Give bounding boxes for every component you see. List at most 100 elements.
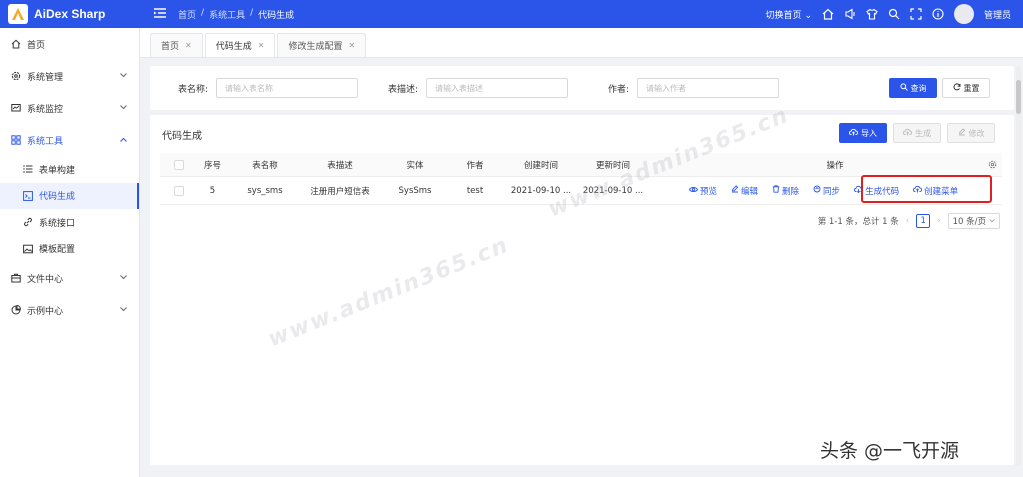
tab-edit-gen-config[interactable]: 修改生成配置 ✕ xyxy=(277,33,367,57)
tab-label: 修改生成配置 xyxy=(288,42,343,52)
sidebar-item-label: 首页 xyxy=(27,40,46,51)
select-all-checkbox[interactable] xyxy=(174,159,184,170)
grid-icon xyxy=(10,135,21,146)
pie-icon xyxy=(10,305,21,316)
sidebar-item-system-tools[interactable]: 系统工具 xyxy=(0,124,139,156)
search-icon[interactable] xyxy=(888,8,900,20)
list-icon xyxy=(22,164,33,175)
edit-button-label: 修改 xyxy=(968,128,985,138)
table-desc-input[interactable]: 请输入表描述 xyxy=(426,78,569,98)
sidebar-item-label: 文件中心 xyxy=(27,274,64,285)
tabs-bar: 首页 ✕ 代码生成 ✕ 修改生成配置 ✕ xyxy=(140,28,1023,58)
highlight-box xyxy=(861,175,992,203)
sidebar-item-label: 系统工具 xyxy=(27,136,64,147)
breadcrumb-separator: / xyxy=(250,7,254,18)
chevron-down-icon xyxy=(120,71,127,81)
import-button[interactable]: 导入 xyxy=(839,123,887,143)
chevron-down-icon xyxy=(989,216,995,226)
breadcrumb-system-tools[interactable]: 系统工具 xyxy=(209,8,245,21)
table-header: 序号 表名称 表描述 实体 作者 创建时间 更新时间 操作 xyxy=(160,153,1002,177)
query-button[interactable]: 查询 xyxy=(889,78,937,98)
app-title: AiDex Sharp xyxy=(34,7,106,21)
code-gen-panel: 代码生成 导入 生成 修改 序号 表名称 表描述 实体 作者 创建时间 更新时间… xyxy=(150,115,1014,465)
sidebar-item-home[interactable]: 首页 xyxy=(0,28,139,60)
sidebar-item-label: 代码生成 xyxy=(39,192,76,203)
sidebar-item-form-builder[interactable]: 表单构建 xyxy=(0,156,139,183)
search-icon xyxy=(899,83,908,93)
chevron-down-icon xyxy=(120,273,127,283)
page-size-value: 10 条/页 xyxy=(952,217,986,227)
prev-page-icon[interactable]: ‹ xyxy=(906,216,909,226)
page-scrollbar[interactable] xyxy=(1016,66,1021,466)
sync-action[interactable]: 同步 xyxy=(813,185,840,197)
folder-icon xyxy=(10,273,21,284)
link-icon xyxy=(22,217,33,228)
sidebar-item-label: 系统接口 xyxy=(39,218,76,229)
sidebar-item-file-center[interactable]: 文件中心 xyxy=(0,262,139,294)
next-page-icon[interactable]: › xyxy=(937,216,940,226)
close-icon[interactable]: ✕ xyxy=(348,41,355,50)
close-icon[interactable]: ✕ xyxy=(258,41,265,50)
edit-action[interactable]: 编辑 xyxy=(731,185,758,197)
close-icon[interactable]: ✕ xyxy=(185,41,192,50)
col-actions: 操作 xyxy=(826,160,844,171)
author-input[interactable]: 请输入作者 xyxy=(637,78,780,98)
delete-action[interactable]: 删除 xyxy=(772,185,799,197)
table-desc-label: 表描述: xyxy=(388,84,419,95)
sidebar-item-system-api[interactable]: 系统接口 xyxy=(0,209,139,236)
image-icon xyxy=(22,243,33,254)
avatar[interactable] xyxy=(953,4,974,24)
sidebar-item-label: 示例中心 xyxy=(27,306,64,317)
home-icon[interactable] xyxy=(822,8,834,20)
author-label: 作者: xyxy=(608,84,630,95)
fullscreen-icon[interactable] xyxy=(910,8,922,20)
col-table-desc: 表描述 xyxy=(327,160,353,171)
reset-button[interactable]: 重置 xyxy=(942,78,990,98)
notification-icon[interactable] xyxy=(844,8,856,20)
search-form: 表名称: 请输入表名称 表描述: 请输入表描述 作者: 请输入作者 查询 重置 xyxy=(150,66,1014,110)
app-logo[interactable]: AiDex Sharp xyxy=(0,0,140,28)
home-icon xyxy=(10,39,21,50)
switch-home-label: 切换首页 xyxy=(765,10,802,21)
preview-action[interactable]: 预览 xyxy=(688,185,717,197)
switch-home-dropdown[interactable]: 切换首页 ⌄ xyxy=(766,8,812,21)
cloud-upload-icon xyxy=(849,128,859,138)
select-all-cell xyxy=(170,153,188,176)
breadcrumb-home[interactable]: 首页 xyxy=(178,8,196,21)
user-name[interactable]: 管理员 xyxy=(984,8,1011,21)
col-table-name: 表名称 xyxy=(252,160,278,171)
cloud-upload-icon xyxy=(903,128,913,138)
page-number[interactable]: 1 xyxy=(916,214,931,228)
tab-code-generation[interactable]: 代码生成 ✕ xyxy=(204,33,276,57)
generate-button-label: 生成 xyxy=(915,128,931,138)
sidebar-item-example-center[interactable]: 示例中心 xyxy=(0,294,139,326)
chevron-down-icon xyxy=(120,103,127,113)
theme-skin-icon[interactable] xyxy=(866,8,878,20)
column-settings-icon[interactable] xyxy=(984,153,1000,176)
row-checkbox[interactable] xyxy=(174,185,184,196)
info-icon[interactable] xyxy=(932,8,944,20)
chevron-down-icon xyxy=(120,305,127,315)
pagination-summary: 第 1-1 条，总计 1 条 xyxy=(817,217,899,227)
row-select-cell xyxy=(170,177,188,204)
table-name-input[interactable]: 请输入表名称 xyxy=(216,78,359,98)
sidebar-item-label: 系统监控 xyxy=(27,104,64,115)
sidebar-item-label: 表单构建 xyxy=(39,165,76,176)
page-size-select[interactable]: 10 条/页 xyxy=(947,213,1000,229)
sidebar-item-template-config[interactable]: 模板配置 xyxy=(0,236,139,263)
scrollbar-thumb[interactable] xyxy=(1016,80,1021,114)
col-created: 创建时间 xyxy=(523,160,558,171)
sidebar-item-system-monitor[interactable]: 系统监控 xyxy=(0,92,139,124)
menu-toggle-icon[interactable] xyxy=(154,7,166,21)
author-field: 作者: 请输入作者 xyxy=(608,78,780,98)
sidebar-item-system-management[interactable]: 系统管理 xyxy=(0,60,139,92)
trash-icon xyxy=(772,185,780,196)
generate-button[interactable]: 生成 xyxy=(893,123,941,143)
chevron-up-icon xyxy=(120,135,127,145)
col-index: 序号 xyxy=(203,160,221,171)
breadcrumb: 首页 / 系统工具 / 代码生成 xyxy=(178,8,294,21)
edit-button[interactable]: 修改 xyxy=(947,123,995,143)
tab-home[interactable]: 首页 ✕ xyxy=(150,33,203,57)
credit-overlay: 头条 @一飞开源 xyxy=(820,440,960,462)
sidebar-item-code-generation[interactable]: 代码生成 xyxy=(0,182,139,209)
